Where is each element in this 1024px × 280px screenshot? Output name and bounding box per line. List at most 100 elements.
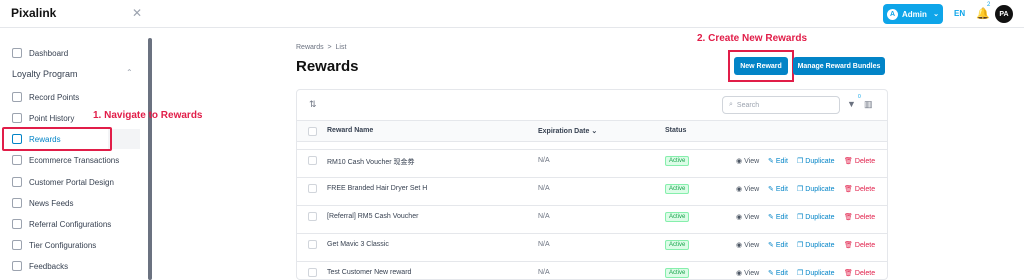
- view-button[interactable]: ◉ View: [736, 185, 760, 194]
- delete-label: Delete: [854, 213, 876, 221]
- expiration-date: N/A: [538, 185, 550, 192]
- annotation-step2: 2. Create New Rewards: [697, 33, 808, 44]
- table-row-divider: [297, 233, 887, 234]
- status-badge: Active: [665, 212, 690, 222]
- chevron-up-icon[interactable]: ⌃: [126, 68, 133, 77]
- breadcrumb-rewards[interactable]: Rewards: [296, 44, 324, 51]
- edit-button[interactable]: ✎ Edit: [768, 185, 788, 194]
- sidebar-item-feedbacks[interactable]: Feedbacks: [12, 259, 68, 273]
- eye-icon: ◉: [736, 242, 743, 249]
- search-input[interactable]: ⌕ Search: [722, 96, 840, 114]
- edit-button[interactable]: ✎ Edit: [768, 241, 788, 250]
- trash-icon: 🗑: [844, 186, 853, 193]
- sidebar-item-dashboard[interactable]: Dashboard: [12, 46, 68, 60]
- delete-label: Delete: [854, 269, 876, 277]
- eye-icon: ◉: [736, 186, 743, 193]
- admin-dropdown-button[interactable]: A Admin ⌄: [883, 4, 943, 24]
- edit-label: Edit: [775, 185, 788, 193]
- row-checkbox[interactable]: [308, 156, 317, 165]
- sidebar-item-label: Referral Configurations: [29, 219, 112, 229]
- sidebar-item-label: Point History: [29, 113, 75, 123]
- row-checkbox[interactable]: [308, 268, 317, 277]
- bell-icon[interactable]: 🔔: [976, 7, 990, 20]
- reward-name[interactable]: RM10 Cash Voucher 现金券: [327, 157, 415, 167]
- duplicate-button[interactable]: ❐ Duplicate: [797, 213, 835, 222]
- delete-label: Delete: [854, 157, 876, 165]
- reward-name[interactable]: [Referral] RM5 Cash Voucher: [327, 213, 418, 220]
- view-button[interactable]: ◉ View: [736, 269, 759, 278]
- edit-icon: ✎: [768, 158, 774, 165]
- delete-button[interactable]: 🗑 Delete: [844, 241, 876, 250]
- page-title: Rewards: [296, 58, 359, 75]
- sidebar-item-referral[interactable]: Referral Configurations: [12, 217, 111, 231]
- reward-name[interactable]: Test Customer New reward: [327, 269, 411, 276]
- manage-bundles-button[interactable]: Manage Reward Bundles: [793, 57, 885, 75]
- delete-button[interactable]: 🗑 Delete: [844, 269, 876, 278]
- row-checkbox[interactable]: [308, 212, 317, 221]
- delete-button[interactable]: 🗑 Delete: [844, 213, 876, 222]
- breadcrumb: Rewards > List: [296, 44, 346, 51]
- view-label: View: [744, 185, 760, 193]
- row-checkbox[interactable]: [308, 240, 317, 249]
- sort-icon[interactable]: ⇅: [309, 99, 317, 110]
- view-label: View: [744, 157, 760, 165]
- row-checkbox[interactable]: [308, 184, 317, 193]
- view-button[interactable]: ◉ View: [736, 213, 760, 222]
- column-header-expiration[interactable]: Expiration Date ⌄: [538, 127, 597, 135]
- duplicate-label: Duplicate: [805, 185, 835, 193]
- news-icon: [12, 198, 22, 208]
- delete-label: Delete: [854, 241, 876, 249]
- user-avatar[interactable]: PA: [995, 5, 1013, 23]
- sidebar-item-news-feeds[interactable]: News Feeds: [12, 196, 73, 210]
- duplicate-button[interactable]: ❐ Duplicate: [797, 269, 834, 278]
- sidebar-item-ecommerce[interactable]: Ecommerce Transactions: [12, 153, 119, 167]
- breadcrumb-list: List: [335, 44, 347, 51]
- duplicate-button[interactable]: ❐ Duplicate: [797, 241, 834, 250]
- reward-name[interactable]: FREE Branded Hair Dryer Set H: [327, 185, 427, 192]
- filter-count: 0: [858, 94, 861, 100]
- select-all-checkbox[interactable]: [308, 127, 317, 136]
- column-header-name[interactable]: Reward Name: [327, 127, 373, 134]
- admin-label: Admin: [902, 9, 927, 19]
- sidebar-section-loyalty[interactable]: Loyalty Program: [12, 69, 78, 79]
- rewards-highlight-box: [2, 127, 112, 151]
- filter-icon[interactable]: ▼: [847, 99, 856, 109]
- copy-icon: ❐: [797, 158, 804, 165]
- trash-icon: 🗑: [844, 214, 853, 221]
- expiration-date: N/A: [538, 269, 550, 276]
- sidebar-item-record-points[interactable]: Record Points: [12, 90, 79, 104]
- chevron-down-icon: ⌄: [933, 11, 939, 18]
- columns-icon[interactable]: ▥: [864, 99, 873, 110]
- duplicate-button[interactable]: ❐ Duplicate: [797, 157, 835, 166]
- duplicate-button[interactable]: ❐ Duplicate: [797, 185, 835, 194]
- edit-button[interactable]: ✎ Edit: [768, 157, 788, 166]
- sidebar-item-tier[interactable]: Tier Configurations: [12, 238, 96, 252]
- language-switch[interactable]: EN: [954, 9, 965, 18]
- reward-name[interactable]: Get Mavic 3 Classic: [327, 241, 389, 248]
- view-label: View: [744, 241, 760, 249]
- duplicate-label: Duplicate: [805, 213, 835, 221]
- sidebar-item-point-history[interactable]: Point History: [12, 111, 74, 125]
- close-icon[interactable]: ✕: [132, 6, 142, 20]
- status-badge: Active: [665, 184, 690, 194]
- sidebar-scrollbar[interactable]: [148, 38, 152, 280]
- eye-icon: ◉: [736, 270, 743, 277]
- column-header-status[interactable]: Status: [665, 127, 686, 134]
- expiration-date: N/A: [538, 241, 550, 248]
- edit-label: Edit: [775, 213, 788, 221]
- admin-avatar-icon: A: [887, 8, 898, 20]
- copy-icon: ❐: [797, 270, 804, 277]
- edit-icon: ✎: [768, 214, 774, 221]
- record-points-icon: [12, 92, 22, 102]
- view-button[interactable]: ◉ View: [736, 157, 760, 166]
- view-button[interactable]: ◉ View: [736, 241, 760, 250]
- sidebar-item-portal-design[interactable]: Customer Portal Design: [12, 175, 114, 189]
- view-label: View: [744, 213, 760, 221]
- edit-button[interactable]: ✎ Edit: [768, 213, 788, 222]
- trash-icon: 🗑: [844, 242, 853, 249]
- sidebar-item-label: Tier Configurations: [29, 240, 97, 250]
- delete-button[interactable]: 🗑 Delete: [844, 185, 875, 194]
- duplicate-label: Duplicate: [805, 157, 835, 165]
- edit-button[interactable]: ✎ Edit: [768, 269, 788, 278]
- delete-button[interactable]: 🗑 Delete: [844, 157, 876, 166]
